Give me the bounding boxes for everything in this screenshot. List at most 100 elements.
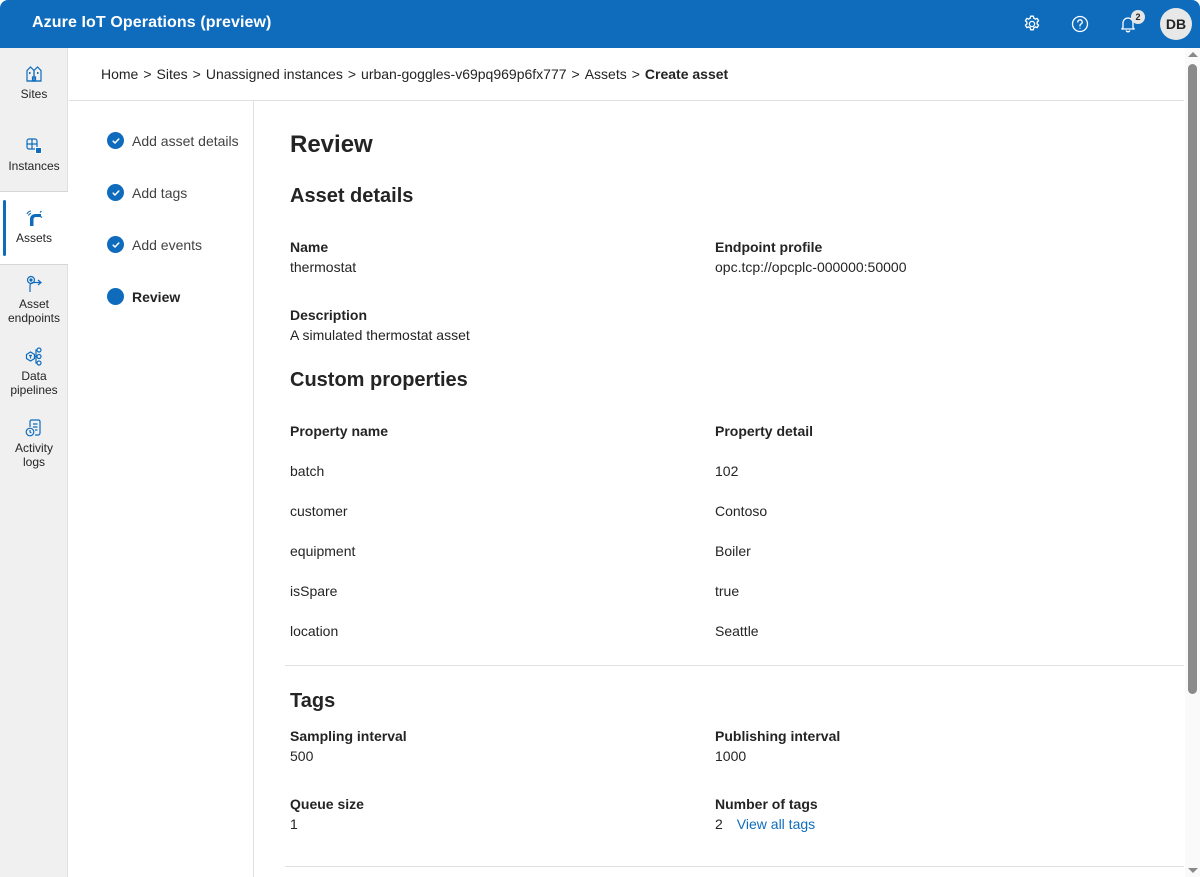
sampling-interval-label: Sampling interval [290, 728, 407, 744]
description-value: A simulated thermostat asset [290, 327, 470, 343]
step-current-indicator [107, 288, 124, 305]
property-detail: Seattle [715, 623, 759, 639]
breadcrumb-separator: > [143, 66, 152, 82]
step-completed-indicator [107, 132, 124, 149]
breadcrumb-home[interactable]: Home [101, 66, 138, 82]
label-line: Activity [14, 441, 53, 455]
left-nav: Sites Instances Assets Asset endpoints D… [0, 48, 68, 877]
section-divider [285, 665, 1184, 666]
step-review[interactable]: Review [107, 288, 180, 305]
custom-properties-heading: Custom properties [290, 369, 468, 391]
help-circle-icon [1071, 15, 1089, 33]
checkmark-icon [111, 137, 120, 144]
step-completed-indicator [107, 184, 124, 201]
scroll-up-arrow-icon[interactable] [1188, 52, 1198, 57]
sidebar-item-data-pipelines[interactable]: Data pipelines [0, 346, 68, 402]
review-panel: Review Asset details Name thermostat End… [255, 101, 1184, 877]
step-label: Add tags [132, 184, 188, 201]
breadcrumb: Home > Sites > Unassigned instances > urban-go… [101, 66, 728, 82]
label-line: logs [22, 455, 45, 469]
number-of-tags-value: 2 [715, 816, 723, 832]
name-label: Name [290, 239, 329, 255]
notifications-button[interactable]: 2 [1104, 0, 1152, 48]
property-name: location [290, 623, 339, 639]
sidebar-item-label: Sites [20, 87, 48, 101]
breadcrumb-unassigned-instances[interactable]: Unassigned instances [206, 66, 343, 82]
instances-icon [26, 138, 42, 154]
activity-log-icon [25, 419, 41, 437]
queue-size-label: Queue size [290, 796, 364, 812]
sidebar-item-sites[interactable]: Sites [0, 64, 68, 114]
top-actions: 2 DB [1008, 0, 1200, 48]
property-name: isSpare [290, 583, 338, 599]
asset-icon [26, 210, 43, 226]
breadcrumb-assets[interactable]: Assets [585, 66, 627, 82]
breadcrumb-separator: > [192, 66, 201, 82]
property-name: customer [290, 503, 348, 519]
sidebar-item-label: Data pipelines [10, 369, 57, 397]
user-avatar[interactable]: DB [1160, 8, 1192, 40]
step-completed-indicator [107, 236, 124, 253]
sidebar-item-activity-logs[interactable]: Activity logs [0, 418, 68, 474]
help-button[interactable] [1056, 0, 1104, 48]
breadcrumb-separator: > [631, 66, 640, 82]
checkmark-icon [111, 241, 120, 248]
buildings-icon [26, 66, 42, 82]
step-add-events[interactable]: Add events [107, 236, 202, 253]
property-name: equipment [290, 543, 356, 559]
step-label: Add events [132, 236, 203, 253]
label-line: pipelines [10, 383, 58, 397]
sidebar-item-instances[interactable]: Instances [0, 136, 68, 186]
publishing-interval-label: Publishing interval [715, 728, 841, 744]
scroll-down-arrow-icon[interactable] [1188, 868, 1198, 873]
label-line: Data [21, 369, 47, 383]
sidebar-item-label: Asset endpoints [8, 297, 60, 325]
top-bar: Azure IoT Operations (preview) 2 DB [0, 0, 1200, 48]
wizard-steps: Add asset details Add tags Add events Re… [69, 101, 254, 877]
description-label: Description [290, 307, 368, 323]
sidebar-item-label: Instances [8, 159, 60, 173]
publishing-interval-value: 1000 [715, 748, 747, 764]
sidebar-item-label: Assets [15, 231, 52, 245]
sampling-interval-value: 500 [290, 748, 314, 764]
vertical-scrollbar[interactable] [1185, 48, 1200, 877]
number-of-tags-row: 2 View all tags [715, 816, 815, 832]
tags-heading: Tags [290, 690, 336, 712]
asset-endpoint-icon [26, 275, 42, 292]
step-label: Add asset details [132, 132, 239, 149]
checkmark-icon [111, 189, 120, 196]
breadcrumb-instance[interactable]: urban-goggles-v69pq969p6fx777 [361, 66, 567, 82]
notification-count-badge: 2 [1131, 10, 1145, 24]
step-add-tags[interactable]: Add tags [107, 184, 187, 201]
breadcrumb-current: Create asset [644, 66, 729, 82]
breadcrumb-sites[interactable]: Sites [157, 66, 188, 82]
page-title: Review [290, 131, 373, 158]
breadcrumb-separator: > [347, 66, 357, 82]
property-detail: true [715, 583, 740, 599]
scrollbar-thumb[interactable] [1188, 64, 1197, 694]
name-value: thermostat [290, 259, 357, 275]
step-add-asset-details[interactable]: Add asset details [107, 132, 239, 149]
label-line: Asset [18, 297, 49, 311]
breadcrumb-separator: > [571, 66, 580, 82]
column-header-property-detail: Property detail [715, 423, 814, 439]
number-of-tags-label: Number of tags [715, 796, 818, 812]
view-all-tags-link[interactable]: View all tags [737, 816, 815, 832]
pipeline-icon [25, 347, 42, 366]
property-name: batch [290, 463, 325, 479]
endpoint-profile-label: Endpoint profile [715, 239, 823, 255]
sidebar-item-asset-endpoints[interactable]: Asset endpoints [0, 274, 68, 330]
property-detail: Contoso [715, 503, 768, 519]
settings-button[interactable] [1008, 0, 1056, 48]
asset-details-heading: Asset details [290, 185, 414, 207]
sidebar-item-assets[interactable]: Assets [0, 192, 68, 264]
column-header-property-name: Property name [290, 423, 389, 439]
gear-icon [1024, 15, 1040, 31]
queue-size-value: 1 [290, 816, 298, 832]
label-line: endpoints [7, 311, 61, 325]
step-label: Review [132, 288, 181, 305]
property-detail: Boiler [715, 543, 751, 559]
property-detail: 102 [715, 463, 739, 479]
section-divider [285, 866, 1184, 867]
app-title[interactable]: Azure IoT Operations (preview) [32, 14, 271, 32]
